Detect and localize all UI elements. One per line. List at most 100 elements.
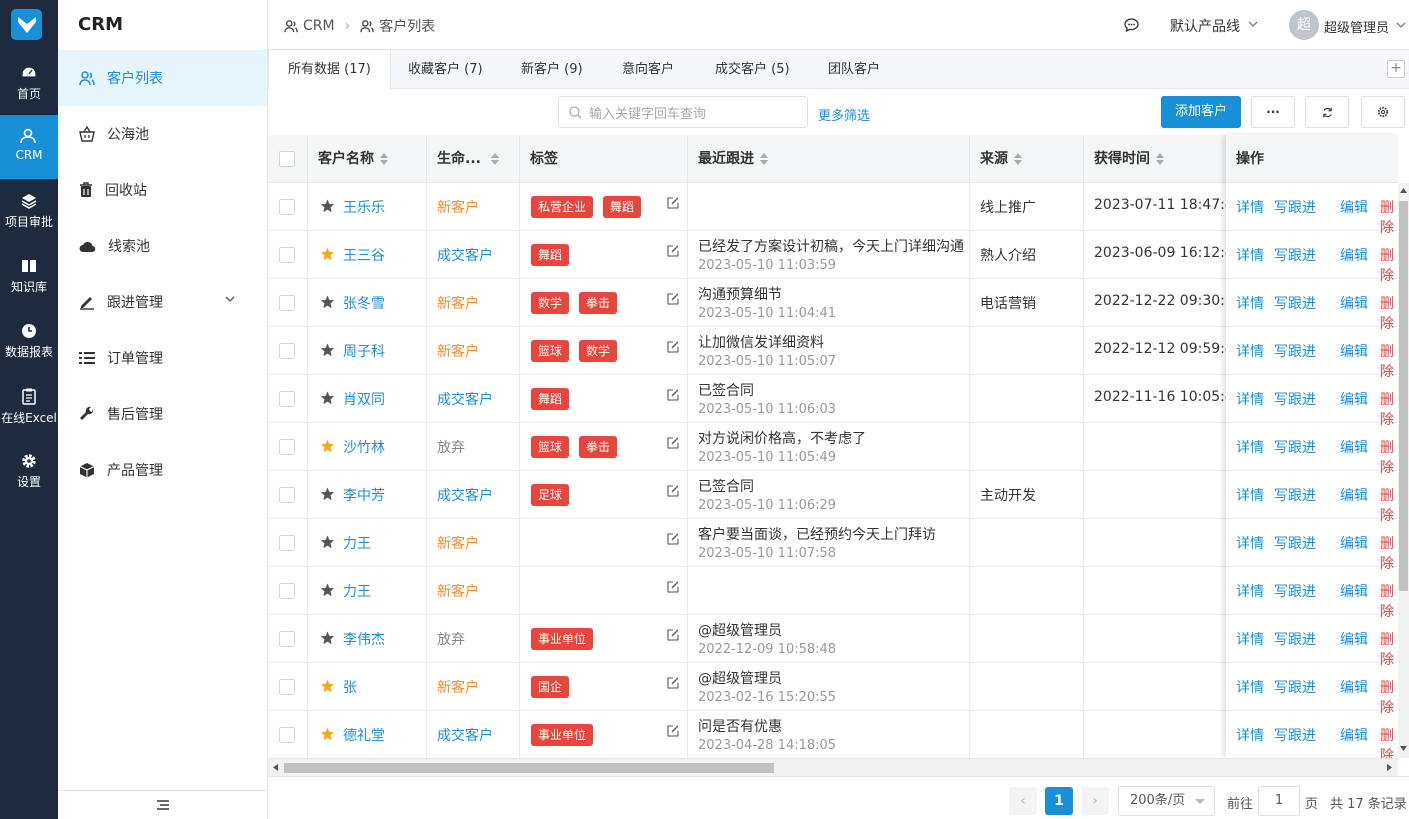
more-actions-button[interactable]: ··· [1251, 96, 1295, 128]
edit-tags-icon[interactable] [667, 581, 679, 593]
sidebar-item-customer-list[interactable]: 客户列表 [58, 50, 267, 106]
app-logo-icon[interactable] [11, 9, 42, 40]
edit-link[interactable]: 编辑 [1340, 725, 1368, 745]
write-followup-link[interactable]: 写跟进 [1274, 629, 1316, 649]
rail-item-settings[interactable]: 设置 [0, 446, 58, 510]
scroll-up-icon[interactable] [1400, 188, 1407, 193]
tab-all[interactable]: 所有数据 (17) [268, 50, 391, 90]
rail-item-knowledge[interactable]: 知识库 [0, 251, 58, 315]
write-followup-link[interactable]: 写跟进 [1274, 389, 1316, 409]
horizontal-scroll-thumb[interactable] [284, 763, 774, 773]
detail-link[interactable]: 详情 [1236, 293, 1264, 313]
write-followup-link[interactable]: 写跟进 [1274, 293, 1316, 313]
next-page-button[interactable]: › [1081, 787, 1109, 815]
star-icon[interactable] [320, 439, 335, 453]
sidebar-item-public-pool[interactable]: 公海池 [58, 106, 267, 162]
vertical-scroll-thumb[interactable] [1399, 201, 1408, 591]
scroll-right-icon[interactable] [1387, 764, 1392, 771]
edit-link[interactable]: 编辑 [1340, 197, 1368, 217]
row-checkbox[interactable] [279, 295, 295, 311]
write-followup-link[interactable]: 写跟进 [1274, 341, 1316, 361]
tab-intent[interactable]: 意向客户 [603, 50, 693, 89]
row-checkbox[interactable] [279, 199, 295, 215]
row-checkbox[interactable] [279, 247, 295, 263]
detail-link[interactable]: 详情 [1236, 437, 1264, 457]
sort-icon[interactable] [760, 153, 768, 165]
edit-tags-icon[interactable] [667, 389, 679, 401]
detail-link[interactable]: 详情 [1236, 581, 1264, 601]
detail-link[interactable]: 详情 [1236, 725, 1264, 745]
write-followup-link[interactable]: 写跟进 [1274, 245, 1316, 265]
rail-item-home[interactable]: 首页 [0, 58, 58, 122]
customer-name-link[interactable]: 张冬雪 [343, 293, 385, 313]
sidebar-item-followup[interactable]: 跟进管理 [58, 274, 267, 330]
search-input[interactable]: 输入关键字回车查询 [558, 96, 808, 128]
prev-page-button[interactable]: ‹ [1009, 787, 1037, 815]
customer-name-link[interactable]: 力王 [343, 581, 371, 601]
detail-link[interactable]: 详情 [1236, 533, 1264, 553]
write-followup-link[interactable]: 写跟进 [1274, 485, 1316, 505]
detail-link[interactable]: 详情 [1236, 389, 1264, 409]
row-checkbox[interactable] [279, 727, 295, 743]
row-checkbox[interactable] [279, 583, 295, 599]
customer-name-link[interactable]: 力王 [343, 533, 371, 553]
customer-name-link[interactable]: 王乐乐 [343, 197, 385, 217]
row-checkbox[interactable] [279, 391, 295, 407]
edit-link[interactable]: 编辑 [1340, 629, 1368, 649]
rail-item-approval[interactable]: 项目审批 [0, 186, 58, 250]
sort-icon[interactable] [490, 153, 499, 165]
edit-link[interactable]: 编辑 [1340, 341, 1368, 361]
refresh-button[interactable] [1305, 96, 1349, 128]
tab-deal[interactable]: 成交客户 (5) [696, 50, 809, 89]
scroll-down-icon[interactable] [1400, 746, 1407, 751]
detail-link[interactable]: 详情 [1236, 341, 1264, 361]
customer-name-link[interactable]: 张 [343, 677, 357, 697]
breadcrumb-item[interactable]: CRM [303, 18, 335, 34]
sidebar-item-leads[interactable]: 线索池 [58, 218, 267, 274]
sidebar-collapse-button[interactable] [58, 790, 267, 819]
tab-new[interactable]: 新客户 (9) [502, 50, 602, 89]
star-icon[interactable] [320, 727, 335, 741]
page-number-current[interactable]: 1 [1045, 787, 1073, 815]
edit-tags-icon[interactable] [667, 341, 679, 353]
detail-link[interactable]: 详情 [1236, 245, 1264, 265]
edit-link[interactable]: 编辑 [1340, 677, 1368, 697]
tab-favorites[interactable]: 收藏客户 (7) [389, 50, 502, 89]
add-customer-button[interactable]: 添加客户 [1161, 96, 1241, 128]
tab-team[interactable]: 团队客户 [809, 50, 899, 89]
edit-link[interactable]: 编辑 [1340, 389, 1368, 409]
edit-link[interactable]: 编辑 [1340, 437, 1368, 457]
header-stage[interactable]: 生命... [427, 135, 520, 183]
customer-name-link[interactable]: 德礼堂 [343, 725, 385, 745]
write-followup-link[interactable]: 写跟进 [1274, 725, 1316, 745]
write-followup-link[interactable]: 写跟进 [1274, 581, 1316, 601]
star-icon[interactable] [320, 487, 335, 501]
rail-item-reports[interactable]: 数据报表 [0, 316, 58, 380]
edit-tags-icon[interactable] [667, 533, 679, 545]
sort-icon[interactable] [1014, 153, 1022, 165]
row-checkbox[interactable] [279, 535, 295, 551]
detail-link[interactable]: 详情 [1236, 677, 1264, 697]
avatar[interactable]: 超 [1289, 10, 1319, 40]
sort-icon[interactable] [1156, 153, 1164, 165]
rail-item-excel[interactable]: 在线Excel [0, 381, 58, 445]
star-icon[interactable] [320, 199, 335, 213]
customer-name-link[interactable]: 沙竹林 [343, 437, 385, 457]
star-icon[interactable] [320, 247, 335, 261]
message-icon[interactable] [1124, 18, 1139, 32]
write-followup-link[interactable]: 写跟进 [1274, 197, 1316, 217]
star-icon[interactable] [320, 295, 335, 309]
edit-tags-icon[interactable] [667, 485, 679, 497]
edit-tags-icon[interactable] [667, 197, 679, 209]
edit-link[interactable]: 编辑 [1340, 245, 1368, 265]
header-acquired[interactable]: 获得时间 [1084, 135, 1226, 183]
vertical-scrollbar[interactable] [1398, 183, 1409, 758]
write-followup-link[interactable]: 写跟进 [1274, 533, 1316, 553]
edit-tags-icon[interactable] [667, 725, 679, 737]
add-tab-button[interactable]: + [1387, 60, 1405, 78]
star-icon[interactable] [320, 535, 335, 549]
customer-name-link[interactable]: 李中芳 [343, 485, 385, 505]
edit-link[interactable]: 编辑 [1340, 485, 1368, 505]
edit-tags-icon[interactable] [667, 437, 679, 449]
header-follow[interactable]: 最近跟进 [688, 135, 970, 183]
